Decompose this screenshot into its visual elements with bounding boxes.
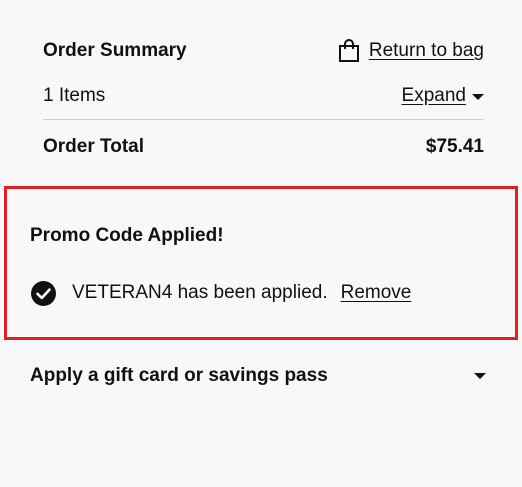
checkout-page: Order Summary Return to bag 1 Items Expa… [0, 0, 522, 487]
order-total-value: $75.41 [425, 136, 484, 157]
order-total-label: Order Total [43, 136, 144, 157]
order-total-row: Order Total $75.41 [43, 133, 484, 161]
promo-title: Promo Code Applied! [30, 225, 224, 246]
gift-card-label: Apply a gift card or savings pass [30, 365, 328, 386]
summary-divider [43, 119, 484, 120]
remove-promo-button[interactable]: Remove [341, 282, 412, 304]
promo-applied-message: VETERAN4 has been applied. [72, 282, 328, 303]
expand-label: Expand [401, 85, 466, 106]
items-count: 1 Items [43, 85, 106, 106]
expand-button[interactable]: Expand [402, 85, 484, 107]
promo-applied-box: Promo Code Applied! VETERAN4 has been ap… [4, 186, 518, 340]
check-circle-icon [31, 280, 56, 306]
items-row: 1 Items Expand [43, 82, 484, 110]
order-summary-title: Order Summary [43, 40, 187, 61]
shopping-bag-icon [338, 39, 359, 62]
return-to-bag-label: Return to bag [368, 40, 484, 61]
caret-down-icon [472, 94, 484, 100]
caret-down-icon [474, 373, 486, 379]
gift-card-toggle[interactable]: Apply a gift card or savings pass [30, 362, 488, 390]
order-summary-header: Order Summary Return to bag [43, 37, 484, 65]
return-to-bag-link[interactable]: Return to bag [338, 39, 484, 63]
promo-applied-row: VETERAN4 has been applied. Remove [31, 279, 411, 307]
